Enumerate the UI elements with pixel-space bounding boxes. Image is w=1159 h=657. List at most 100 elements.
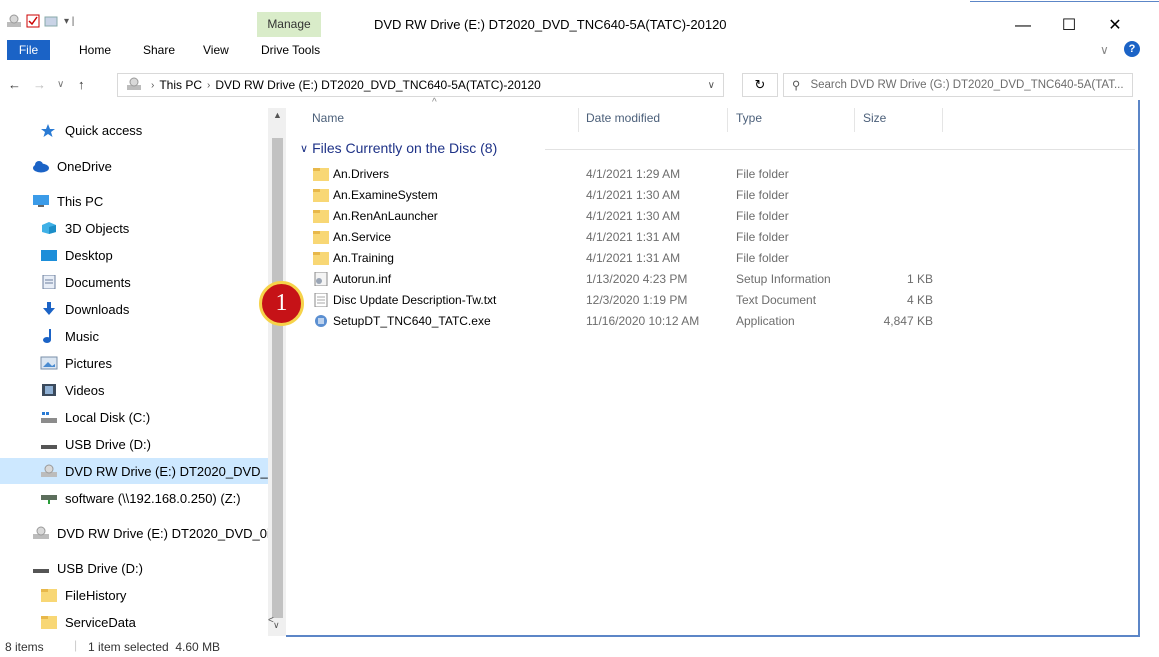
tab-share[interactable]: Share [143, 41, 175, 59]
drive-icon[interactable] [6, 12, 22, 30]
breadcrumb-dvd-drive[interactable]: DVD RW Drive (E:) DT2020_DVD_TNC640-5A(T… [215, 78, 540, 92]
file-name: Disc Update Description-Tw.txt [333, 293, 497, 307]
file-name: SetupDT_TNC640_TATC.exe [333, 314, 491, 328]
nav-dvd-drive-e[interactable]: DVD RW Drive (E:) DT2020_DVD_0i- [0, 520, 268, 546]
file-row[interactable]: An.RenAnLauncher 4/1/2021 1:30 AM File f… [286, 206, 1139, 227]
file-name: An.Drivers [333, 167, 390, 181]
column-divider[interactable] [578, 108, 579, 132]
file-row[interactable]: An.Training 4/1/2021 1:31 AM File folder [286, 248, 1139, 269]
nav-filehistory[interactable]: FileHistory [0, 582, 268, 608]
nav-downloads[interactable]: Downloads [0, 296, 268, 322]
nav-usb-drive-d[interactable]: USB Drive (D:) [0, 431, 268, 457]
file-row[interactable]: Autorun.inf 1/13/2020 4:23 PM Setup Info… [286, 269, 1139, 290]
tab-drive-tools[interactable]: Drive Tools [261, 41, 320, 59]
minimize-button[interactable]: — [1000, 12, 1046, 40]
properties-icon[interactable] [26, 12, 40, 30]
recent-locations-icon[interactable]: ∨ [57, 79, 64, 90]
file-name: An.Service [333, 230, 392, 244]
usb-icon [40, 437, 58, 451]
nav-item-label: USB Drive (D:) [65, 436, 151, 452]
file-row[interactable]: An.ExamineSystem 4/1/2021 1:30 AM File f… [286, 185, 1139, 206]
pictures-icon [40, 356, 58, 370]
column-date-modified[interactable]: Date modified [586, 111, 660, 125]
file-type: Application [736, 314, 795, 328]
breadcrumb-separator-icon: › [207, 79, 211, 91]
nav-3d-objects[interactable]: 3D Objects [0, 215, 268, 241]
expand-ribbon-icon[interactable]: ∨ [1100, 41, 1109, 59]
customize-qat-icon[interactable]: ▾ | [64, 12, 74, 30]
file-type: File folder [736, 188, 789, 202]
column-divider[interactable] [942, 108, 943, 132]
forward-icon[interactable]: → [33, 77, 46, 92]
collapse-group-icon[interactable]: ∨ [300, 142, 308, 155]
close-button[interactable]: ✕ [1092, 12, 1138, 40]
nav-onedrive[interactable]: OneDrive [0, 153, 268, 179]
title-bar: ▾ | Manage DVD RW Drive (E:) DT2020_DVD_… [0, 0, 1159, 38]
back-icon[interactable]: ← [8, 77, 21, 92]
nav-local-disk-c[interactable]: Local Disk (C:) [0, 404, 268, 430]
nav-this-pc[interactable]: This PC [0, 188, 268, 214]
navigation-bar: ← → ∨ ↑ › This PC › DVD RW Drive (E:) DT… [0, 70, 1159, 100]
status-bar: 8 items | 1 item selected 4.60 MB [0, 637, 1159, 657]
address-bar[interactable]: › This PC › DVD RW Drive (E:) DT2020_DVD… [117, 73, 724, 97]
tab-manage[interactable]: Manage [257, 12, 321, 37]
column-size[interactable]: Size [863, 111, 886, 125]
file-size: 4,847 KB [883, 314, 933, 328]
breadcrumb-this-pc[interactable]: This PC [159, 78, 202, 92]
file-row[interactable]: An.Service 4/1/2021 1:31 AM File folder [286, 227, 1139, 248]
folder-icon [40, 588, 58, 602]
nav-item-label: Videos [65, 382, 105, 398]
nav-network-drive-z[interactable]: software (\\192.168.0.250) (Z:) [0, 485, 268, 511]
file-date: 1/13/2020 4:23 PM [586, 272, 688, 286]
nav-videos[interactable]: Videos [0, 377, 268, 403]
nav-quick-access[interactable]: Quick access [0, 117, 268, 143]
file-list: ^ Name Date modified Type Size ∨ Files C… [268, 97, 1139, 636]
nav-item-label: FileHistory [65, 587, 127, 603]
tab-view[interactable]: View [203, 41, 229, 59]
nav-item-label: Pictures [65, 355, 112, 371]
nav-item-label: DVD RW Drive (E:) DT2020_DVD_( [65, 463, 268, 479]
inf-file-icon [314, 272, 328, 286]
column-divider[interactable] [727, 108, 728, 132]
nav-servicedata[interactable]: ServiceData [0, 609, 268, 635]
nav-scrollbar-thumb[interactable] [272, 138, 283, 618]
column-divider[interactable] [854, 108, 855, 132]
nav-desktop[interactable]: Desktop [0, 242, 268, 268]
ribbon-tabs: File Home Share View Drive Tools ∨ ? [0, 38, 1159, 60]
up-icon[interactable]: ↑ [78, 77, 85, 92]
nav-documents[interactable]: Documents [0, 269, 268, 295]
nav-item-label: This PC [57, 193, 104, 209]
file-date: 12/3/2020 1:19 PM [586, 293, 688, 307]
search-placeholder: Search DVD RW Drive (G:) DT2020_DVD_TNC6… [810, 79, 1124, 91]
group-label: Files Currently on the Disc (8) [312, 140, 498, 156]
file-date: 4/1/2021 1:30 AM [586, 209, 681, 223]
file-row[interactable]: Disc Update Description-Tw.txt 12/3/2020… [286, 290, 1139, 311]
column-name[interactable]: Name [312, 111, 344, 125]
nav-item-label: Desktop [65, 247, 113, 263]
help-icon[interactable]: ? [1124, 41, 1140, 57]
item-count: 8 items [5, 640, 44, 654]
search-input[interactable]: ⚲ Search DVD RW Drive (G:) DT2020_DVD_TN… [783, 73, 1133, 97]
nav-usb-drive-d-root[interactable]: USB Drive (D:) [0, 555, 268, 581]
nav-item-label: Music [65, 328, 99, 344]
address-dropdown-icon[interactable]: ∨ [708, 80, 715, 91]
maximize-button[interactable]: ☐ [1046, 12, 1092, 40]
new-folder-icon[interactable] [44, 12, 58, 30]
file-name: An.RenAnLauncher [333, 209, 438, 223]
file-date: 4/1/2021 1:31 AM [586, 251, 681, 265]
group-divider [545, 149, 1135, 150]
file-row[interactable]: SetupDT_TNC640_TATC.exe 11/16/2020 10:12… [286, 311, 1139, 332]
file-type: Setup Information [736, 272, 831, 286]
nav-music[interactable]: Music [0, 323, 268, 349]
refresh-button[interactable]: ↻ [742, 73, 778, 97]
tab-home[interactable]: Home [79, 41, 111, 59]
tab-file[interactable]: File [7, 40, 50, 60]
group-header[interactable]: ∨ Files Currently on the Disc (8) [300, 140, 497, 156]
column-type[interactable]: Type [736, 111, 762, 125]
nav-pictures[interactable]: Pictures [0, 350, 268, 376]
scroll-up-icon[interactable]: ▲ [273, 110, 282, 120]
dvd-icon [32, 526, 50, 540]
scroll-left-icon[interactable]: < [268, 615, 274, 626]
file-row[interactable]: An.Drivers 4/1/2021 1:29 AM File folder [286, 164, 1139, 185]
nav-dvd-drive-e-selected[interactable]: DVD RW Drive (E:) DT2020_DVD_( [0, 458, 268, 484]
